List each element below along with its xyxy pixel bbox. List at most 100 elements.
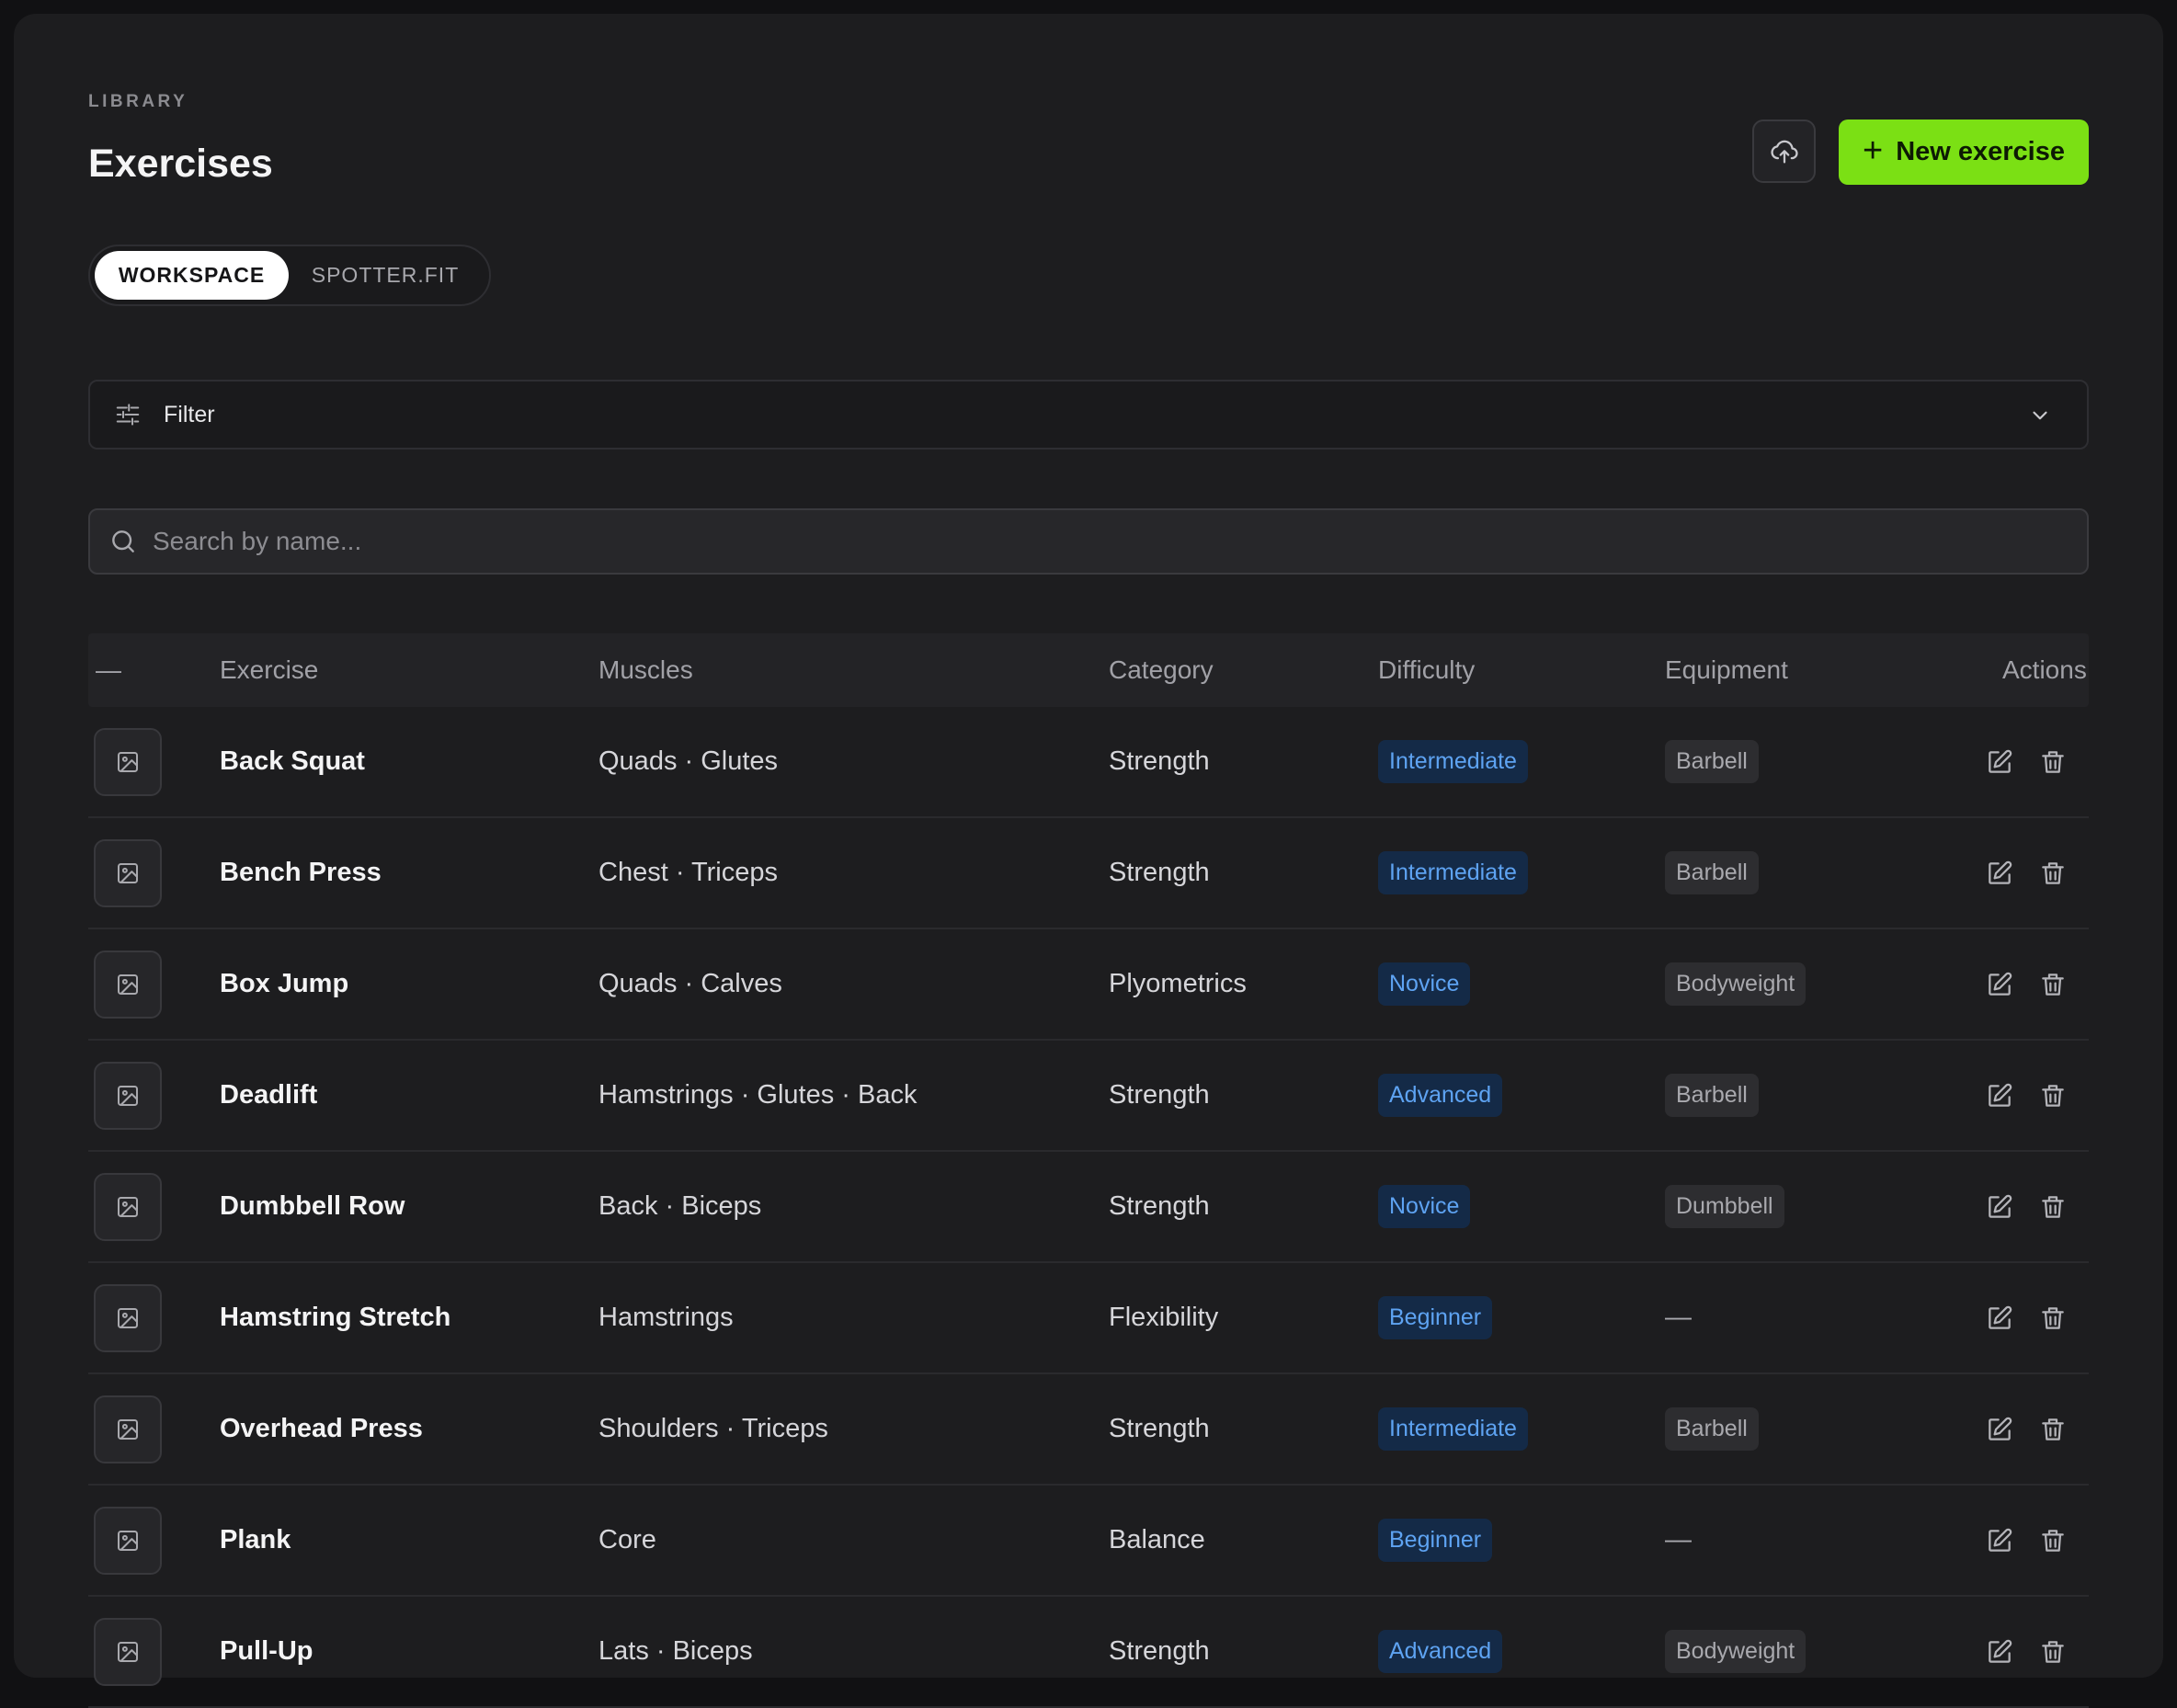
- exercise-name[interactable]: Hamstring Stretch: [220, 1303, 450, 1333]
- scope-option-spotter-fit[interactable]: SPOTTER.FIT: [298, 251, 473, 300]
- edit-icon[interactable]: [1985, 1415, 2014, 1444]
- edit-icon[interactable]: [1985, 1081, 2014, 1110]
- trash-icon[interactable]: [2038, 1637, 2068, 1667]
- table-row[interactable]: Bench Press Chest · Triceps Strength Int…: [88, 818, 2089, 929]
- exercise-thumbnail[interactable]: [94, 1283, 162, 1352]
- table-row[interactable]: Dumbbell Row Back · Biceps Strength Novi…: [88, 1152, 2089, 1263]
- trash-icon[interactable]: [2038, 1192, 2068, 1222]
- equipment-tag: Dumbbell: [1665, 1185, 1784, 1228]
- edit-icon[interactable]: [1985, 747, 2014, 777]
- exercise-thumbnail[interactable]: [94, 1617, 162, 1686]
- filter-dropdown[interactable]: Filter: [88, 380, 2089, 450]
- table-row[interactable]: Box Jump Quads · Calves Plyometrics Novi…: [88, 929, 2089, 1041]
- row-actions: [1985, 747, 2068, 777]
- category-text: Balance: [1109, 1525, 1205, 1554]
- exercise-thumbnail[interactable]: [94, 1061, 162, 1130]
- exercise-thumbnail[interactable]: [94, 838, 162, 907]
- upload-button[interactable]: [1752, 120, 1816, 183]
- difficulty-badge: Advanced: [1378, 1074, 1503, 1117]
- sliders-icon: [116, 404, 140, 426]
- edit-icon[interactable]: [1985, 859, 2014, 888]
- edit-icon[interactable]: [1985, 970, 2014, 999]
- column-header-equipment[interactable]: Equipment: [1665, 633, 1788, 707]
- difficulty-badge: Novice: [1378, 962, 1471, 1006]
- exercise-name[interactable]: Deadlift: [220, 1080, 317, 1110]
- row-actions: [1985, 1081, 2068, 1110]
- search-input[interactable]: [151, 526, 2087, 557]
- image-placeholder-icon: [114, 1082, 142, 1110]
- scope-toggle: WORKSPACE SPOTTER.FIT: [88, 245, 491, 306]
- trash-icon[interactable]: [2038, 970, 2068, 999]
- table-row[interactable]: Hamstring Stretch Hamstrings Flexibility…: [88, 1263, 2089, 1374]
- difficulty-badge: Novice: [1378, 1185, 1471, 1228]
- exercise-thumbnail[interactable]: [94, 1395, 162, 1463]
- new-exercise-button[interactable]: + New exercise: [1839, 120, 2089, 185]
- image-placeholder-icon: [114, 971, 142, 998]
- exercise-thumbnail[interactable]: [94, 950, 162, 1019]
- column-header-category[interactable]: Category: [1109, 633, 1214, 707]
- image-placeholder-icon: [114, 1193, 142, 1221]
- muscles-text: Hamstrings · Glutes · Back: [598, 1080, 918, 1110]
- muscles-text: Quads · Glutes: [598, 746, 779, 776]
- category-text: Strength: [1109, 858, 1210, 887]
- trash-icon[interactable]: [2038, 747, 2068, 777]
- difficulty-badge: Intermediate: [1378, 740, 1528, 783]
- equipment-tag: Barbell: [1665, 740, 1759, 783]
- edit-icon[interactable]: [1985, 1637, 2014, 1667]
- trash-icon[interactable]: [2038, 859, 2068, 888]
- exercise-name[interactable]: Box Jump: [220, 969, 348, 999]
- exercise-name[interactable]: Bench Press: [220, 858, 382, 888]
- column-header-muscles[interactable]: Muscles: [598, 633, 693, 707]
- table-row[interactable]: Deadlift Hamstrings · Glutes · Back Stre…: [88, 1041, 2089, 1152]
- exercise-name[interactable]: Dumbbell Row: [220, 1191, 405, 1222]
- table-row[interactable]: Back Squat Quads · Glutes Strength Inter…: [88, 707, 2089, 818]
- exercise-name[interactable]: Pull-Up: [220, 1636, 313, 1667]
- category-text: Strength: [1109, 1636, 1210, 1666]
- difficulty-badge: Intermediate: [1378, 1407, 1528, 1451]
- column-header-actions: Actions: [2002, 655, 2087, 684]
- edit-icon[interactable]: [1985, 1526, 2014, 1555]
- table-row[interactable]: Pull-Up Lats · Biceps Strength Advanced …: [88, 1597, 2089, 1708]
- table-row[interactable]: Plank Core Balance Beginner —: [88, 1486, 2089, 1597]
- image-placeholder-icon: [114, 1304, 142, 1332]
- exercise-thumbnail[interactable]: [94, 1506, 162, 1575]
- difficulty-badge: Intermediate: [1378, 851, 1528, 894]
- table-row[interactable]: Overhead Press Shoulders · Triceps Stren…: [88, 1374, 2089, 1486]
- select-all-header[interactable]: —: [96, 633, 121, 707]
- row-actions: [1985, 1192, 2068, 1222]
- category-text: Plyometrics: [1109, 969, 1247, 998]
- edit-icon[interactable]: [1985, 1304, 2014, 1333]
- column-header-difficulty[interactable]: Difficulty: [1378, 633, 1475, 707]
- trash-icon[interactable]: [2038, 1526, 2068, 1555]
- muscles-text: Shoulders · Triceps: [598, 1414, 828, 1443]
- exercise-thumbnail[interactable]: [94, 1172, 162, 1241]
- image-placeholder-icon: [114, 1527, 142, 1554]
- category-text: Strength: [1109, 1191, 1210, 1221]
- category-text: Flexibility: [1109, 1303, 1219, 1332]
- difficulty-badge: Beginner: [1378, 1296, 1493, 1339]
- edit-icon[interactable]: [1985, 1192, 2014, 1222]
- new-exercise-label: New exercise: [1896, 137, 2065, 166]
- trash-icon[interactable]: [2038, 1304, 2068, 1333]
- table-header: — Exercise Muscles Category Difficulty E…: [88, 633, 2089, 707]
- exercise-thumbnail[interactable]: [94, 727, 162, 796]
- column-header-exercise[interactable]: Exercise: [220, 633, 318, 707]
- category-text: Strength: [1109, 746, 1210, 776]
- exercise-name[interactable]: Overhead Press: [220, 1414, 423, 1444]
- trash-icon[interactable]: [2038, 1415, 2068, 1444]
- scope-option-workspace[interactable]: WORKSPACE: [95, 251, 289, 300]
- equipment-tag: Barbell: [1665, 1407, 1759, 1451]
- muscles-text: Hamstrings: [598, 1303, 734, 1332]
- image-placeholder-icon: [114, 1638, 142, 1666]
- trash-icon[interactable]: [2038, 1081, 2068, 1110]
- page-title: Exercises: [88, 142, 273, 186]
- search-bar: [88, 508, 2089, 575]
- row-actions: [1985, 1415, 2068, 1444]
- muscles-text: Lats · Biceps: [598, 1636, 753, 1666]
- exercise-name[interactable]: Back Squat: [220, 746, 365, 777]
- difficulty-badge: Advanced: [1378, 1630, 1503, 1673]
- chevron-down-icon: [2033, 411, 2047, 420]
- image-placeholder-icon: [114, 1416, 142, 1443]
- exercise-name[interactable]: Plank: [220, 1525, 291, 1555]
- muscles-text: Core: [598, 1525, 656, 1554]
